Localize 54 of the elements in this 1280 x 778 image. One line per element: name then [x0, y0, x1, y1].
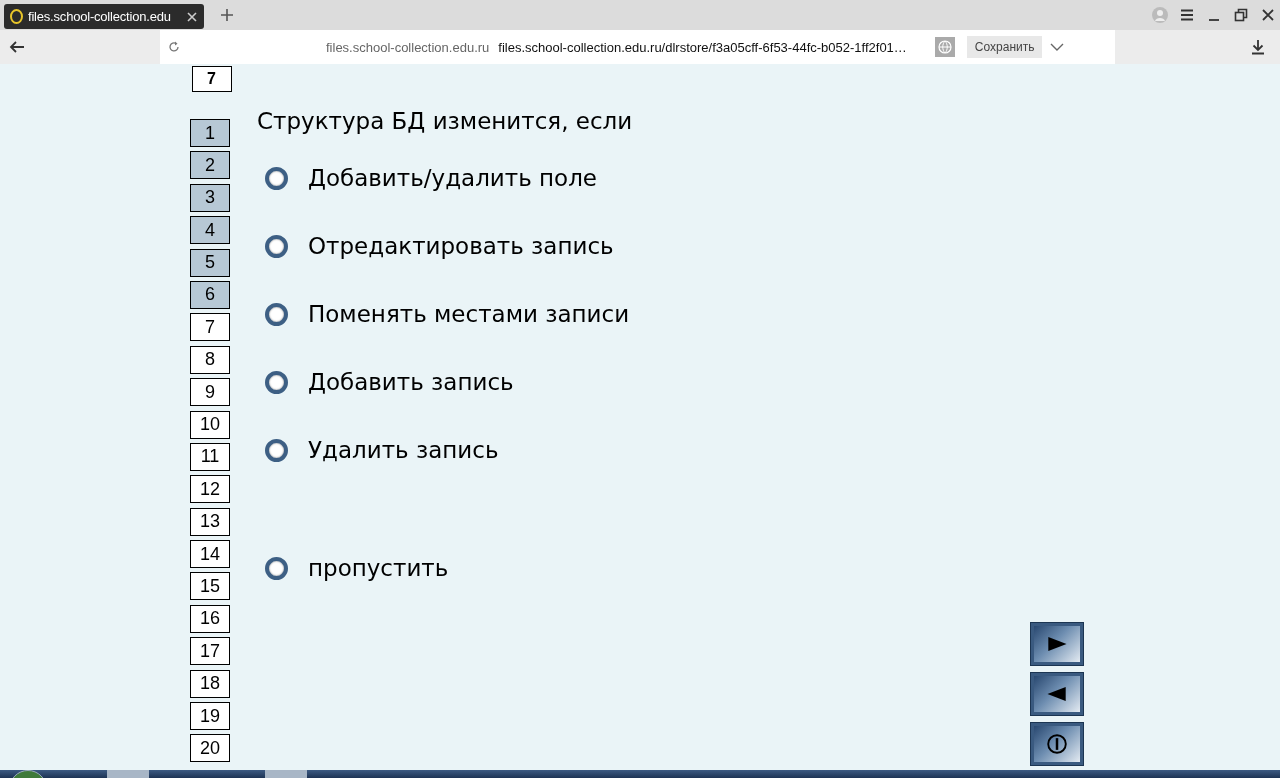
option-label[interactable]: Добавить/удалить поле	[308, 165, 597, 191]
option-label[interactable]: пропустить	[308, 555, 449, 581]
question-number-button[interactable]: 14	[190, 540, 230, 569]
browser-logo-icon	[10, 9, 23, 24]
radio-button[interactable]	[265, 302, 288, 326]
restore-icon[interactable]	[1233, 7, 1249, 23]
radio-button[interactable]	[265, 370, 288, 394]
tab-title[interactable]: files.school-collection.edu	[28, 9, 181, 24]
exit-button[interactable]	[1030, 722, 1084, 766]
question-number-button[interactable]: 10	[190, 410, 230, 439]
question-number-button[interactable]: 8	[190, 345, 230, 374]
question-number-button[interactable]: 4	[190, 216, 230, 245]
chevron-down-icon[interactable]	[1050, 42, 1065, 52]
back-arrow-icon[interactable]	[9, 39, 25, 55]
close-icon[interactable]	[186, 10, 198, 23]
question-number-button[interactable]: 13	[190, 507, 230, 536]
question-number-button[interactable]: 11	[190, 442, 230, 471]
download-icon[interactable]	[1250, 39, 1266, 55]
current-question-number: 7	[191, 66, 232, 92]
menu-icon[interactable]	[1179, 7, 1195, 23]
question-number-button[interactable]: 3	[190, 183, 230, 212]
close-icon[interactable]	[1260, 7, 1276, 23]
question-number-button[interactable]: 2	[190, 151, 230, 180]
option-label[interactable]: Добавить запись	[308, 369, 514, 395]
radio-button[interactable]	[265, 438, 288, 462]
browser-tab[interactable]: files.school-collection.edu	[4, 4, 204, 29]
question-number-button[interactable]: 9	[190, 378, 230, 407]
question-number-button[interactable]: 16	[190, 604, 230, 633]
radio-button[interactable]	[265, 234, 288, 258]
question-number-button[interactable]: 18	[190, 669, 230, 698]
option-label[interactable]: Удалить запись	[308, 437, 499, 463]
power-icon	[1044, 733, 1070, 755]
save-button[interactable]: Сохранить	[966, 36, 1043, 58]
reload-icon[interactable]	[168, 41, 180, 53]
question-number-button[interactable]: 6	[190, 280, 230, 309]
question-number-button[interactable]: 15	[190, 572, 230, 601]
question-number-button[interactable]: 19	[190, 702, 230, 731]
question-number-button[interactable]: 17	[190, 637, 230, 666]
option-label[interactable]: Поменять местами записи	[308, 301, 630, 327]
radio-button[interactable]	[265, 166, 288, 190]
address-field[interactable]: files.school-collection.edu.ru files.school-collection.edu.ru/dlrstore/f3a05cff-6f53-44fc-b052-1ff2f01… Сохранить	[160, 30, 1115, 64]
plus-icon[interactable]	[220, 8, 234, 22]
option-label[interactable]: Отредактировать запись	[308, 233, 614, 259]
previous-button[interactable]	[1030, 672, 1084, 716]
question-text: Структура БД изменится, если	[257, 108, 634, 134]
question-number-button[interactable]: 20	[190, 734, 230, 763]
question-number-button[interactable]: 12	[190, 475, 230, 504]
question-number-button[interactable]: 5	[190, 248, 230, 277]
domain-label: files.school-collection.edu.ru	[326, 39, 490, 55]
url-text: files.school-collection.edu.ru/dlrstore/f3a05cff-6f53-44fc-b052-1ff2f01…	[498, 39, 907, 55]
question-number-button[interactable]: 7	[190, 313, 230, 342]
radio-button[interactable]	[265, 556, 288, 580]
question-number-button[interactable]: 1	[190, 119, 230, 147]
next-button[interactable]	[1030, 622, 1084, 666]
